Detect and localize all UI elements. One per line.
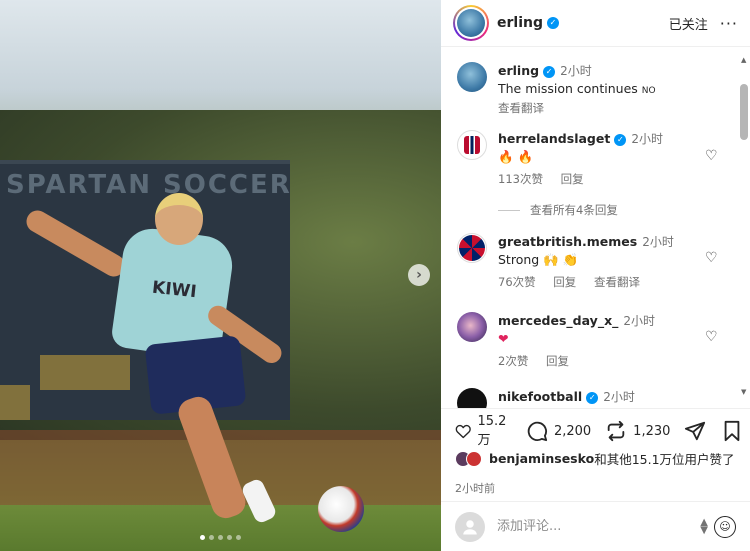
scroll-up-icon[interactable]: ▲ [741, 56, 746, 64]
carousel-dot [209, 535, 214, 540]
add-comment-bar: ▲▼ ☺ [441, 501, 750, 551]
comment-time: 2小时 [623, 314, 656, 328]
follow-status-button[interactable]: 已关注 [669, 14, 708, 33]
commenter-avatar[interactable] [457, 388, 487, 408]
chevron-right-icon: › [416, 267, 422, 283]
view-all-replies[interactable]: 查看所有4条回复 [498, 202, 618, 218]
verified-badge-icon: ✓ [614, 133, 627, 146]
caption: erling ✓ 2小时 The mission continues NO 查看翻译 [457, 62, 656, 117]
comment-like-heart-icon[interactable]: ♡ [705, 148, 718, 164]
caption-translate-link[interactable]: 查看翻译 [498, 100, 656, 117]
comment-username[interactable]: nikefootball [498, 389, 582, 404]
repost-button[interactable]: 1,230 [605, 420, 670, 442]
scrollbar-thumb[interactable] [740, 84, 748, 140]
comment-time: 2小时 [631, 132, 663, 146]
union-jack-icon [459, 235, 485, 261]
photo-football [318, 486, 364, 532]
commenter-avatar[interactable] [457, 312, 487, 342]
caption-username[interactable]: erling [498, 63, 539, 78]
sort-toggle-icon[interactable]: ▲ ▼ [700, 517, 708, 535]
comment-bubble-icon [527, 421, 548, 442]
carousel-next-button[interactable]: › [408, 264, 430, 286]
likes-count: 15.2 万 [477, 414, 507, 448]
liker-avatar [466, 450, 482, 467]
comment-item: herrelandslaget ✓ 2小时 🔥 🔥 113次赞 回复 [457, 130, 663, 188]
comments-scrollbar[interactable]: ▲ ▼ [739, 56, 750, 396]
story-ring[interactable] [453, 5, 489, 41]
comment-username[interactable]: herrelandslaget [498, 131, 610, 146]
verified-badge-icon: ✓ [547, 17, 559, 29]
more-options-icon[interactable]: ··· [720, 14, 738, 33]
comment-like-heart-icon[interactable]: ♡ [705, 329, 718, 345]
comment-button[interactable]: 2,200 [526, 420, 591, 442]
post-actions: 15.2 万 2,200 1,230 benjaminsesko 和其他15.1… [441, 408, 750, 495]
comment-likes[interactable]: 76次赞 [498, 275, 536, 289]
comment-reply-button[interactable]: 回复 [546, 354, 569, 368]
photo-player-head [155, 193, 203, 245]
liked-by: benjaminsesko 和其他15.1万位用户赞了 [455, 449, 735, 468]
comment-translate-link[interactable]: 查看翻译 [594, 275, 640, 289]
repost-icon [607, 420, 625, 442]
verified-badge-icon: ✓ [543, 65, 556, 78]
share-send-icon[interactable] [684, 420, 706, 442]
caption-text: The mission continues [498, 81, 638, 96]
post-photo: SPARTAN SOCCER KIWI › [0, 0, 441, 551]
bookmark-icon[interactable] [722, 420, 742, 442]
comment-likes[interactable]: 2次赞 [498, 354, 528, 368]
comment-reply-button[interactable]: 回复 [553, 275, 576, 289]
comment-text: ❤ [498, 331, 509, 346]
comment-item: greatbritish.memes 2小时 Strong 🙌 👏 76次赞 回复… [457, 233, 674, 291]
posted-time[interactable]: 2小时前 [455, 480, 495, 496]
liked-by-suffix[interactable]: 和其他15.1万位用户赞了 [594, 449, 734, 468]
comment-username[interactable]: greatbritish.memes [498, 234, 637, 249]
photo-board-window [0, 385, 30, 420]
post-side-panel: erling ✓ 已关注 ··· erling ✓ 2小时 The mission … [441, 0, 750, 551]
carousel-dot [227, 535, 232, 540]
comment-item: mercedes_day_x_ 2小时 ❤ 2次赞 回复 [457, 312, 655, 370]
commenter-avatar[interactable] [457, 233, 487, 263]
carousel-dot [236, 535, 241, 540]
comments-count: 2,200 [553, 423, 592, 439]
view-all-replies-label: 查看所有4条回复 [530, 203, 618, 217]
author-username[interactable]: erling [497, 15, 543, 31]
comment-username[interactable]: mercedes_day_x_ [498, 313, 618, 328]
add-comment-input[interactable] [497, 519, 677, 534]
comment-reply-button[interactable]: 回复 [561, 172, 584, 186]
norway-crest-icon [464, 136, 480, 154]
carousel-dot [200, 535, 205, 540]
comment-text: 🔥 🔥 [498, 149, 534, 164]
comments-list[interactable]: erling ✓ 2小时 The mission continues NO 查看翻译… [441, 48, 739, 408]
comment-text: Strong 🙌 👏 [498, 252, 579, 267]
liked-by-avatars [455, 450, 485, 468]
emoji-picker-icon[interactable]: ☺ [714, 515, 736, 538]
scroll-down-icon[interactable]: ▼ [741, 388, 746, 396]
reposts-count: 1,230 [633, 423, 671, 439]
comment-likes[interactable]: 113次赞 [498, 172, 543, 186]
heart-icon [455, 424, 471, 439]
post-header: erling ✓ 已关注 ··· [441, 0, 750, 47]
liked-by-user[interactable]: benjaminsesko [489, 451, 594, 466]
comment-time: 2小时 [642, 235, 674, 249]
caption-time: 2小时 [560, 64, 592, 78]
user-silhouette-icon [463, 519, 477, 534]
comment-like-heart-icon[interactable]: ♡ [705, 250, 718, 266]
author-avatar[interactable] [457, 62, 487, 92]
comment-item: nikefootball ✓ 2小时 [457, 388, 635, 408]
photo-board-text: SPARTAN SOCCER [6, 170, 292, 200]
current-user-avatar [455, 511, 485, 542]
carousel-dots [0, 535, 441, 540]
verified-badge-icon: ✓ [586, 391, 599, 404]
like-button[interactable]: 15.2 万 [455, 414, 512, 448]
author-avatar [457, 9, 485, 37]
photo-board-window [40, 355, 130, 390]
carousel-dot [218, 535, 223, 540]
commenter-avatar[interactable] [457, 130, 487, 160]
comment-time: 2小时 [603, 390, 635, 404]
norway-flag-label: NO [641, 86, 656, 96]
